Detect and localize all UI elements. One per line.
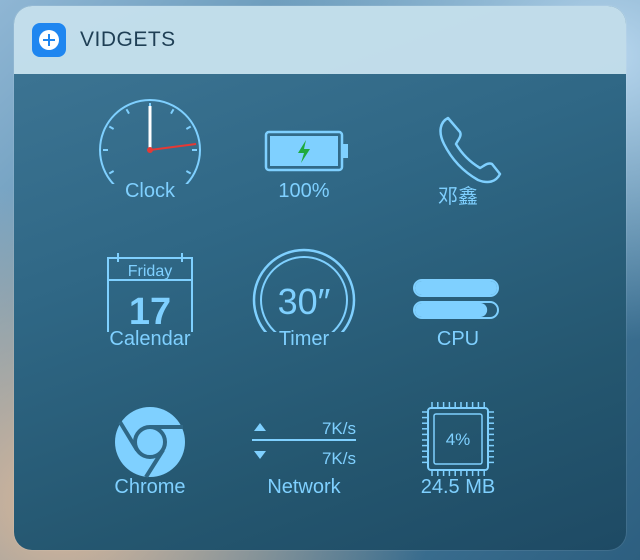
network-upload: 7K/s	[322, 419, 356, 438]
widget-header: VIDGETS	[14, 6, 626, 74]
network-download: 7K/s	[322, 449, 356, 468]
battery-label: 100%	[278, 180, 330, 202]
battery-charging-icon	[264, 130, 348, 172]
widget-title: VIDGETS	[80, 28, 176, 51]
timer-widget[interactable]: 30″ Timer	[214, 222, 394, 372]
timer-icon: 30″	[252, 248, 356, 332]
plus-circle-icon[interactable]	[32, 23, 66, 57]
contact-widget[interactable]: 邓鑫	[368, 74, 548, 224]
battery-widget[interactable]: 100%	[214, 74, 394, 224]
chrome-icon	[115, 407, 185, 479]
memory-label: 24.5 MB	[420, 476, 496, 498]
calendar-icon: Friday 17	[107, 253, 193, 332]
cpu-bars-icon	[413, 279, 499, 319]
network-label: Network	[267, 476, 341, 498]
chip-icon: 4%	[422, 402, 494, 476]
calendar-label: Calendar	[109, 328, 191, 350]
calendar-widget[interactable]: Friday 17 Calendar	[60, 222, 240, 372]
cpu-label: CPU	[436, 328, 480, 350]
clock-label: Clock	[124, 180, 175, 202]
clock-icon	[99, 99, 201, 184]
calendar-day-name: Friday	[128, 263, 172, 280]
network-widget[interactable]: 7K/s 7K/s Network	[214, 370, 394, 520]
timer-label: Timer	[278, 328, 330, 350]
chrome-label: Chrome	[114, 476, 186, 498]
upload-arrow-icon	[254, 423, 266, 431]
contact-label: 邓鑫	[438, 186, 478, 208]
chrome-widget[interactable]: Chrome	[60, 370, 240, 520]
widget-grid: Clock 100% 邓鑫 Friday 17 Calendar 30″ Tim…	[14, 74, 626, 550]
network-icon: 7K/s 7K/s	[252, 419, 356, 468]
clock-widget[interactable]: Clock	[60, 74, 240, 224]
phone-icon	[439, 116, 502, 184]
calendar-day-number: 17	[129, 291, 171, 332]
memory-widget[interactable]: 4% 24.5 MB	[368, 370, 548, 520]
memory-percent: 4%	[446, 430, 471, 449]
cpu-widget[interactable]: CPU	[368, 222, 548, 372]
download-arrow-icon	[254, 451, 266, 459]
widget-panel: VIDGETS Clock 100% 邓鑫 Friday 17 Calendar…	[14, 6, 626, 550]
timer-value: 30″	[278, 281, 331, 322]
